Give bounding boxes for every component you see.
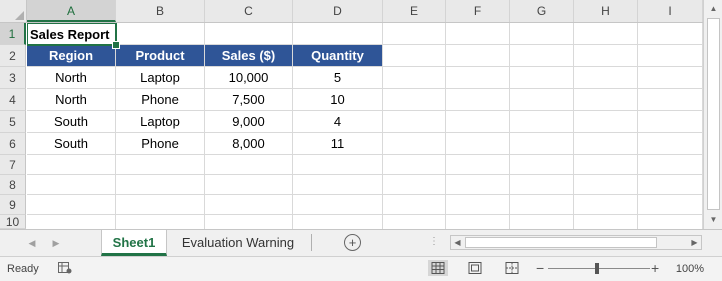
triangle-left-icon[interactable]: ◀ bbox=[24, 230, 40, 256]
cell-c3[interactable]: 10,000 bbox=[205, 67, 292, 88]
column-header-b[interactable]: B bbox=[116, 0, 205, 22]
sheet-tab-bar: ◀ ▶ Sheet1 Evaluation Warning + ⋮ ◀ ▶ bbox=[0, 229, 722, 256]
cell-a2-header[interactable]: Region bbox=[27, 45, 115, 66]
scroll-up-icon[interactable]: ▲ bbox=[706, 1, 721, 16]
column-header-bar: A B C D E F G H I bbox=[0, 0, 703, 23]
row-header-5[interactable]: 5 bbox=[0, 111, 26, 133]
zoom-out-button[interactable]: − bbox=[536, 257, 544, 279]
tab-sheet1[interactable]: Sheet1 bbox=[101, 230, 167, 256]
cell-d2-header[interactable]: Quantity bbox=[293, 45, 382, 66]
cell-c6[interactable]: 8,000 bbox=[205, 133, 292, 154]
cell-c4[interactable]: 7,500 bbox=[205, 89, 292, 110]
scroll-left-icon[interactable]: ◀ bbox=[451, 236, 464, 249]
row-header-8[interactable]: 8 bbox=[0, 175, 26, 195]
vertical-scrollbar[interactable]: ▲ ▼ bbox=[703, 0, 722, 229]
row-header-1[interactable]: 1 bbox=[0, 23, 26, 45]
cell-b5[interactable]: Laptop bbox=[116, 111, 204, 132]
row-header-6[interactable]: 6 bbox=[0, 133, 26, 155]
cell-a4[interactable]: North bbox=[27, 89, 115, 110]
status-text: Ready bbox=[7, 263, 39, 275]
cell-a5[interactable]: South bbox=[27, 111, 115, 132]
cell-a3[interactable]: North bbox=[27, 67, 115, 88]
tab-separator bbox=[311, 234, 312, 251]
cell-d6[interactable]: 11 bbox=[293, 133, 382, 154]
cell-grid[interactable]: Sales Report Region Product Sales ($) Qu… bbox=[27, 23, 703, 229]
row-header-4[interactable]: 4 bbox=[0, 89, 26, 111]
normal-view-icon[interactable] bbox=[428, 260, 448, 276]
cell-b3[interactable]: Laptop bbox=[116, 67, 204, 88]
row-header-10[interactable]: 10 bbox=[0, 215, 26, 229]
row-header-2[interactable]: 2 bbox=[0, 45, 26, 67]
cell-d5[interactable]: 4 bbox=[293, 111, 382, 132]
cell-a6[interactable]: South bbox=[27, 133, 115, 154]
column-header-a[interactable]: A bbox=[27, 0, 116, 22]
triangle-right-icon[interactable]: ▶ bbox=[48, 230, 64, 256]
row-header-7[interactable]: 7 bbox=[0, 155, 26, 175]
cell-c2-header[interactable]: Sales ($) bbox=[205, 45, 292, 66]
scroll-right-icon[interactable]: ▶ bbox=[688, 236, 701, 249]
cell-b4[interactable]: Phone bbox=[116, 89, 204, 110]
plus-circle-icon[interactable]: + bbox=[344, 234, 361, 251]
select-all-triangle-icon bbox=[15, 11, 24, 20]
tab-evaluation-warning[interactable]: Evaluation Warning bbox=[170, 230, 306, 255]
cell-d4[interactable]: 10 bbox=[293, 89, 382, 110]
column-header-f[interactable]: F bbox=[446, 0, 510, 22]
zoom-slider-thumb[interactable] bbox=[595, 263, 599, 274]
column-header-h[interactable]: H bbox=[574, 0, 638, 22]
cell-d3[interactable]: 5 bbox=[293, 67, 382, 88]
column-header-d[interactable]: D bbox=[293, 0, 383, 22]
scroll-down-icon[interactable]: ▼ bbox=[706, 212, 721, 227]
active-cell-selection bbox=[27, 23, 117, 46]
excel-window: A B C D E F G H I 1 2 3 4 5 6 7 8 9 10 S… bbox=[0, 0, 722, 281]
page-layout-view-icon[interactable] bbox=[465, 260, 485, 276]
zoom-slider-track[interactable] bbox=[548, 268, 650, 269]
tab-splitter-icon[interactable]: ⋮ bbox=[429, 230, 439, 256]
fill-handle[interactable] bbox=[112, 41, 120, 49]
cell-b6[interactable]: Phone bbox=[116, 133, 204, 154]
cell-b2-header[interactable]: Product bbox=[116, 45, 204, 66]
zoom-level[interactable]: 100% bbox=[676, 257, 704, 281]
record-macro-icon[interactable] bbox=[58, 262, 72, 274]
column-header-e[interactable]: E bbox=[383, 0, 446, 22]
column-header-c[interactable]: C bbox=[205, 0, 293, 22]
row-header-3[interactable]: 3 bbox=[0, 67, 26, 89]
row-header-9[interactable]: 9 bbox=[0, 195, 26, 215]
zoom-in-button[interactable]: + bbox=[651, 257, 659, 279]
status-bar: Ready − + 100% bbox=[0, 256, 722, 281]
horizontal-scroll-thumb[interactable] bbox=[465, 237, 657, 248]
horizontal-scrollbar[interactable]: ◀ ▶ bbox=[450, 235, 702, 250]
cell-c5[interactable]: 9,000 bbox=[205, 111, 292, 132]
select-all-button[interactable] bbox=[0, 0, 27, 22]
vertical-scroll-thumb[interactable] bbox=[707, 18, 720, 210]
column-header-i[interactable]: I bbox=[638, 0, 703, 22]
column-header-g[interactable]: G bbox=[510, 0, 574, 22]
page-break-preview-icon[interactable] bbox=[502, 260, 522, 276]
